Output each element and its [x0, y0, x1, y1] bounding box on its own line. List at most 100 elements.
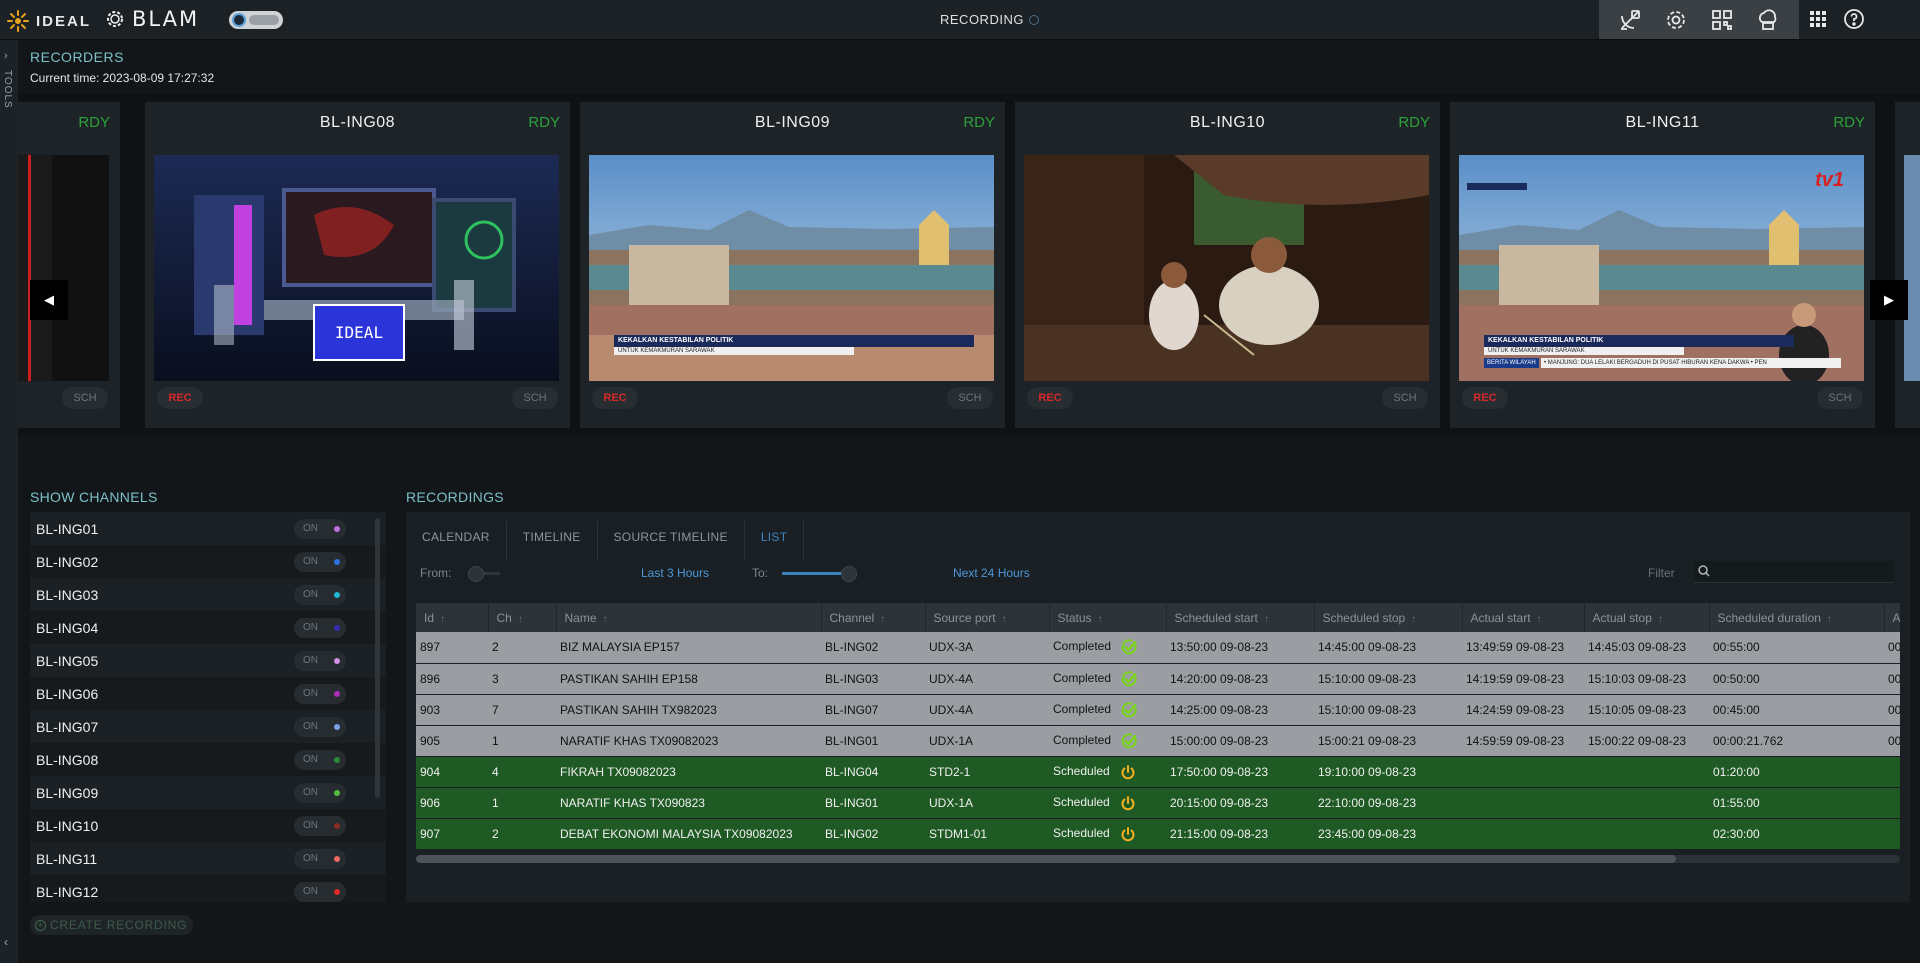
column-header[interactable]: Source port ↑: [925, 603, 1050, 632]
table-row[interactable]: 906 1 NARATIF KHAS TX090823 BL-ING01 UDX-1A S…: [416, 787, 1900, 819]
column-header[interactable]: Scheduled start ↑: [1166, 603, 1315, 632]
ideal-logo[interactable]: IDEAL: [6, 9, 91, 33]
sort-arrow-icon[interactable]: ↑: [1658, 614, 1663, 625]
recorder-card-bl-ing10[interactable]: BL-ING10 RDY REC SCH: [1015, 102, 1440, 428]
channel-toggle[interactable]: ON: [294, 815, 346, 836]
channel-row[interactable]: BL-ING12 ON: [30, 875, 386, 902]
table-row[interactable]: 905 1 NARATIF KHAS TX09082023 BL-ING01 UDX-1…: [416, 725, 1900, 757]
table-row[interactable]: 896 3 PASTIKAN SAHIH EP158 BL-ING03 UDX-4A Co…: [416, 663, 1900, 695]
column-header[interactable]: Status ↑: [1049, 603, 1167, 632]
channel-toggle[interactable]: ON: [294, 518, 346, 539]
channel-toggle[interactable]: ON: [294, 551, 346, 572]
channel-row[interactable]: BL-ING05 ON: [30, 644, 386, 677]
channel-toggle[interactable]: ON: [294, 650, 346, 671]
rec-button[interactable]: REC: [157, 387, 203, 409]
sort-arrow-icon[interactable]: ↑: [603, 614, 608, 625]
recorder-card-bl-ing09[interactable]: BL-ING09 RDY KEKALKAN KESTABILAN POLITIK…: [580, 102, 1005, 428]
tab-source-timeline[interactable]: SOURCE TIMELINE: [598, 521, 745, 561]
table-horizontal-scrollbar[interactable]: [416, 855, 1900, 863]
rec-button[interactable]: REC: [1027, 387, 1073, 409]
channel-list-scrollbar[interactable]: [375, 518, 380, 798]
recorder-card[interactable]: [1895, 102, 1920, 428]
settings-gear-icon[interactable]: [1663, 7, 1689, 33]
satellite-dish-icon[interactable]: [1617, 7, 1643, 33]
sort-arrow-icon[interactable]: ↑: [1411, 614, 1416, 625]
channel-row[interactable]: BL-ING02 ON: [30, 545, 386, 578]
sch-button[interactable]: SCH: [62, 387, 108, 409]
channel-row[interactable]: BL-ING03 ON: [30, 578, 386, 611]
from-slider-knob[interactable]: [467, 566, 484, 582]
channel-toggle[interactable]: ON: [294, 848, 346, 869]
channel-toggle[interactable]: ON: [294, 881, 346, 902]
tools-rail[interactable]: › TOOLS ‹: [0, 40, 18, 963]
column-header[interactable]: Actual start ↑: [1462, 603, 1585, 632]
channel-row[interactable]: BL-ING08 ON: [30, 743, 386, 776]
channel-row[interactable]: BL-ING01 ON: [30, 512, 386, 545]
sort-arrow-icon[interactable]: ↑: [1264, 614, 1269, 625]
column-header[interactable]: Ac: [1884, 603, 1900, 632]
sort-arrow-icon[interactable]: ↑: [1537, 614, 1542, 625]
channel-row[interactable]: BL-ING06 ON: [30, 677, 386, 710]
from-slider[interactable]: [467, 566, 500, 582]
qr-code-icon[interactable]: [1709, 7, 1735, 33]
channel-row[interactable]: BL-ING11 ON: [30, 842, 386, 875]
table-row[interactable]: 897 2 BIZ MALAYSIA EP157 BL-ING02 UDX-3A Comp…: [416, 632, 1900, 664]
channel-row[interactable]: BL-ING09 ON: [30, 776, 386, 809]
column-header[interactable]: Name ↑: [556, 603, 822, 632]
carousel-next-button[interactable]: ▶: [1870, 280, 1908, 320]
help-icon[interactable]: [1841, 6, 1867, 32]
column-header[interactable]: Channel ↑: [821, 603, 926, 632]
channel-row[interactable]: BL-ING07 ON: [30, 710, 386, 743]
last-3-hours-link[interactable]: Last 3 Hours: [641, 566, 709, 580]
rec-button[interactable]: REC: [1462, 387, 1508, 409]
channel-row[interactable]: BL-ING04 ON: [30, 611, 386, 644]
blam-logo[interactable]: BLAM: [104, 7, 199, 31]
next-24-hours-link[interactable]: Next 24 Hours: [953, 566, 1030, 580]
channel-toggle[interactable]: ON: [294, 683, 346, 704]
expand-rail-icon[interactable]: ›: [4, 50, 8, 62]
create-recording-button[interactable]: + CREATE RECORDING: [30, 915, 194, 935]
sch-button[interactable]: SCH: [1817, 387, 1863, 409]
collapse-arrow-icon[interactable]: ‹: [4, 935, 8, 949]
sort-arrow-icon[interactable]: ↑: [1827, 614, 1832, 625]
sch-button[interactable]: SCH: [1382, 387, 1428, 409]
recorder-card-bl-ing11[interactable]: BL-ING11 RDY tv1 KEKALKAN KESTABILAN POL…: [1450, 102, 1875, 428]
sch-button[interactable]: SCH: [512, 387, 558, 409]
channel-toggle[interactable]: ON: [294, 749, 346, 770]
column-header[interactable]: Id ↑: [416, 603, 489, 632]
sort-arrow-icon[interactable]: ↑: [518, 614, 523, 625]
to-slider[interactable]: [782, 566, 857, 582]
theme-toggle[interactable]: [229, 11, 283, 29]
channel-toggle[interactable]: ON: [294, 584, 346, 605]
rec-button[interactable]: REC: [592, 387, 638, 409]
to-slider-knob[interactable]: [840, 566, 857, 582]
sort-arrow-icon[interactable]: ↑: [1002, 614, 1007, 625]
sort-arrow-icon[interactable]: ↑: [880, 614, 885, 625]
channel-toggle[interactable]: ON: [294, 716, 346, 737]
cloud-server-icon[interactable]: [1755, 7, 1781, 33]
tab-timeline[interactable]: TIMELINE: [507, 521, 598, 561]
channel-toggle[interactable]: ON: [294, 617, 346, 638]
sch-button[interactable]: SCH: [947, 387, 993, 409]
filter-input[interactable]: [1694, 561, 1894, 583]
sort-arrow-icon[interactable]: ↑: [1098, 614, 1103, 625]
table-row[interactable]: 907 2 DEBAT EKONOMI MALAYSIA TX09082023 BL-…: [416, 818, 1900, 850]
tab-calendar[interactable]: CALENDAR: [406, 521, 507, 561]
column-header[interactable]: Scheduled duration ↑: [1709, 603, 1885, 632]
info-icon[interactable]: [1028, 15, 1039, 25]
scrollbar-thumb[interactable]: [416, 855, 1676, 863]
table-row[interactable]: 904 4 FIKRAH TX09082023 BL-ING04 STD2-1 Sched…: [416, 756, 1900, 788]
channel-toggle[interactable]: ON: [294, 782, 346, 803]
sort-arrow-icon[interactable]: ↑: [440, 614, 445, 625]
recorder-card[interactable]: RDY SCH: [18, 102, 120, 428]
column-header[interactable]: Actual stop ↑: [1584, 603, 1710, 632]
cell-text: UDX-4A: [929, 702, 974, 717]
tab-list[interactable]: LIST: [745, 521, 805, 561]
column-header[interactable]: Scheduled stop ↑: [1314, 603, 1463, 632]
recorder-card-bl-ing08[interactable]: BL-ING08 RDY IDEAL REC SCH: [145, 102, 570, 428]
channel-row[interactable]: BL-ING10 ON: [30, 809, 386, 842]
table-row[interactable]: 903 7 PASTIKAN SAHIH TX982023 BL-ING07 UDX-4…: [416, 694, 1900, 726]
apps-grid-icon[interactable]: [1805, 6, 1831, 32]
carousel-prev-button[interactable]: ◀: [30, 280, 68, 320]
column-header[interactable]: Ch ↑: [488, 603, 557, 632]
